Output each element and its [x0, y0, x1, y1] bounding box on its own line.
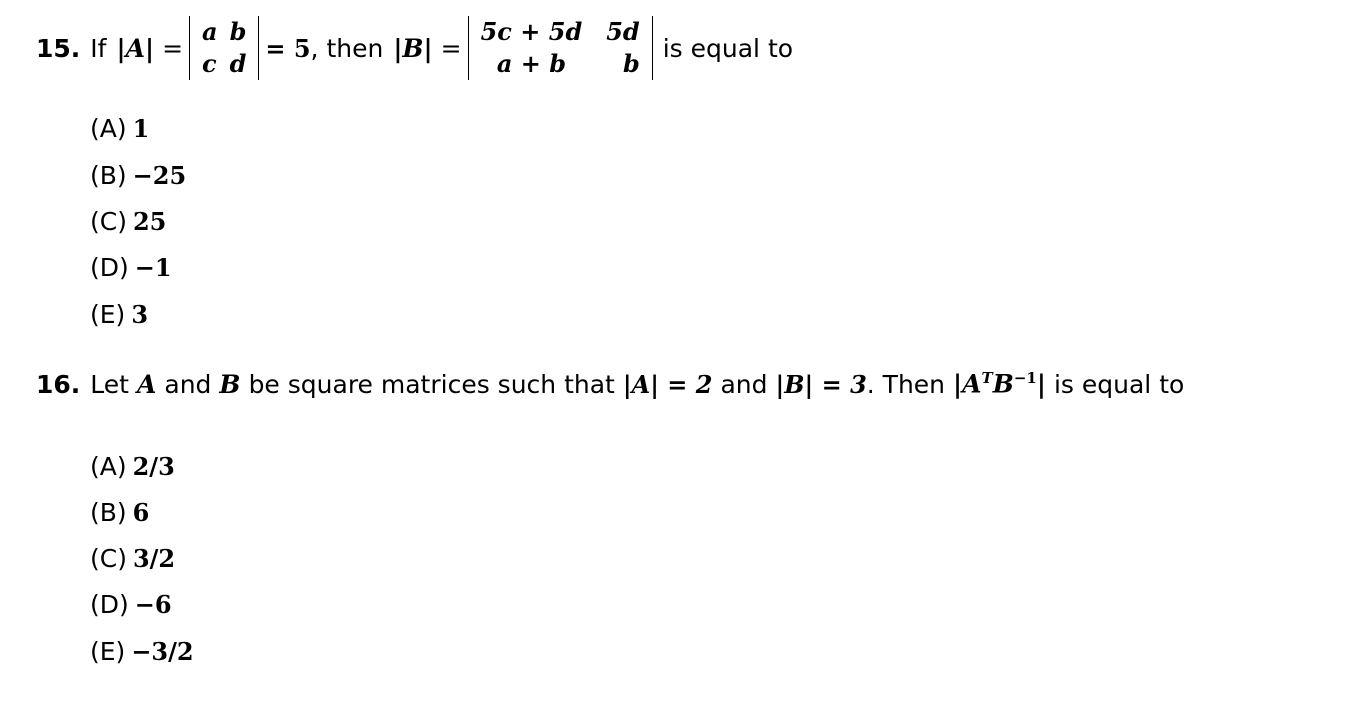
det-cell: b	[229, 17, 247, 46]
option-label: (C)	[90, 544, 127, 573]
option-16-d[interactable]: (D) −6	[90, 590, 172, 619]
option-value: 6	[132, 498, 150, 527]
option-value: −6	[134, 590, 172, 619]
option-15-a[interactable]: (A) 1	[90, 114, 149, 143]
text: , then	[310, 33, 384, 63]
option-value: −3/2	[131, 637, 194, 666]
option-value: 3	[131, 300, 149, 329]
text: be square matrices such that	[248, 369, 615, 399]
option-15-b[interactable]: (B) −25	[90, 161, 186, 190]
det-a-value: |A| = 2	[622, 369, 713, 399]
inverse-superscript: −1	[1013, 369, 1037, 388]
option-label: (E)	[90, 637, 126, 666]
det-cell: a	[202, 17, 218, 46]
det-b-label: |B|	[393, 33, 433, 63]
option-value: 25	[132, 207, 167, 236]
option-label: (A)	[90, 452, 127, 481]
det-a-label: |A|	[116, 33, 155, 63]
determinant-a: ab cd	[189, 16, 260, 80]
det-cell: d	[229, 49, 247, 78]
question-number: 16.	[36, 369, 81, 399]
expression: |ATB−1|	[953, 369, 1046, 398]
det-cell: 5d	[606, 17, 640, 46]
option-15-d[interactable]: (D) −1	[90, 253, 172, 282]
det-cell: a + b	[496, 49, 566, 78]
transpose-superscript: T	[981, 369, 993, 388]
text: is equal to	[1053, 369, 1185, 399]
text: If	[90, 33, 107, 63]
text: is equal to	[662, 33, 794, 63]
question-15-stem: 15. If |A| = ab cd = 5 , then |B| = 5c +…	[36, 12, 793, 84]
det-cell: 5c + 5d	[480, 17, 583, 46]
option-value: −1	[134, 253, 172, 282]
equals-sign: =	[440, 33, 462, 63]
option-value: −25	[132, 161, 187, 190]
option-label: (A)	[90, 114, 127, 143]
question-16-stem: 16. Let A and B be square matrices such …	[36, 362, 1184, 406]
option-value: 2/3	[132, 452, 175, 481]
option-16-e[interactable]: (E) −3/2	[90, 637, 194, 666]
text: and	[720, 369, 768, 399]
equals-sign: =	[162, 33, 184, 63]
matrix-a: A	[136, 369, 157, 399]
option-label: (D)	[90, 253, 129, 282]
text: . Then	[866, 369, 946, 399]
option-label: (E)	[90, 300, 126, 329]
option-value: 1	[132, 114, 150, 143]
option-label: (B)	[90, 498, 127, 527]
text: and	[164, 369, 212, 399]
det-b-value: |B| = 3	[775, 369, 867, 399]
matrix-b: B	[219, 369, 241, 399]
det-cell: b	[622, 49, 640, 78]
text: Let	[90, 369, 129, 399]
option-15-e[interactable]: (E) 3	[90, 300, 148, 329]
option-16-c[interactable]: (C) 3/2	[90, 544, 175, 573]
det-cell: c	[202, 49, 217, 78]
option-16-a[interactable]: (A) 2/3	[90, 452, 175, 481]
option-16-b[interactable]: (B) 6	[90, 498, 149, 527]
determinant-b: 5c + 5d 5d a + b b	[467, 16, 653, 80]
question-number: 15.	[36, 33, 81, 63]
option-label: (D)	[90, 590, 129, 619]
option-label: (C)	[90, 207, 127, 236]
expr-part: B	[992, 369, 1014, 399]
option-label: (B)	[90, 161, 127, 190]
expr-part: |A	[953, 369, 982, 399]
expr-part: |	[1036, 369, 1046, 399]
option-15-c[interactable]: (C) 25	[90, 207, 166, 236]
equals-value: = 5	[265, 33, 311, 63]
option-value: 3/2	[132, 544, 176, 573]
